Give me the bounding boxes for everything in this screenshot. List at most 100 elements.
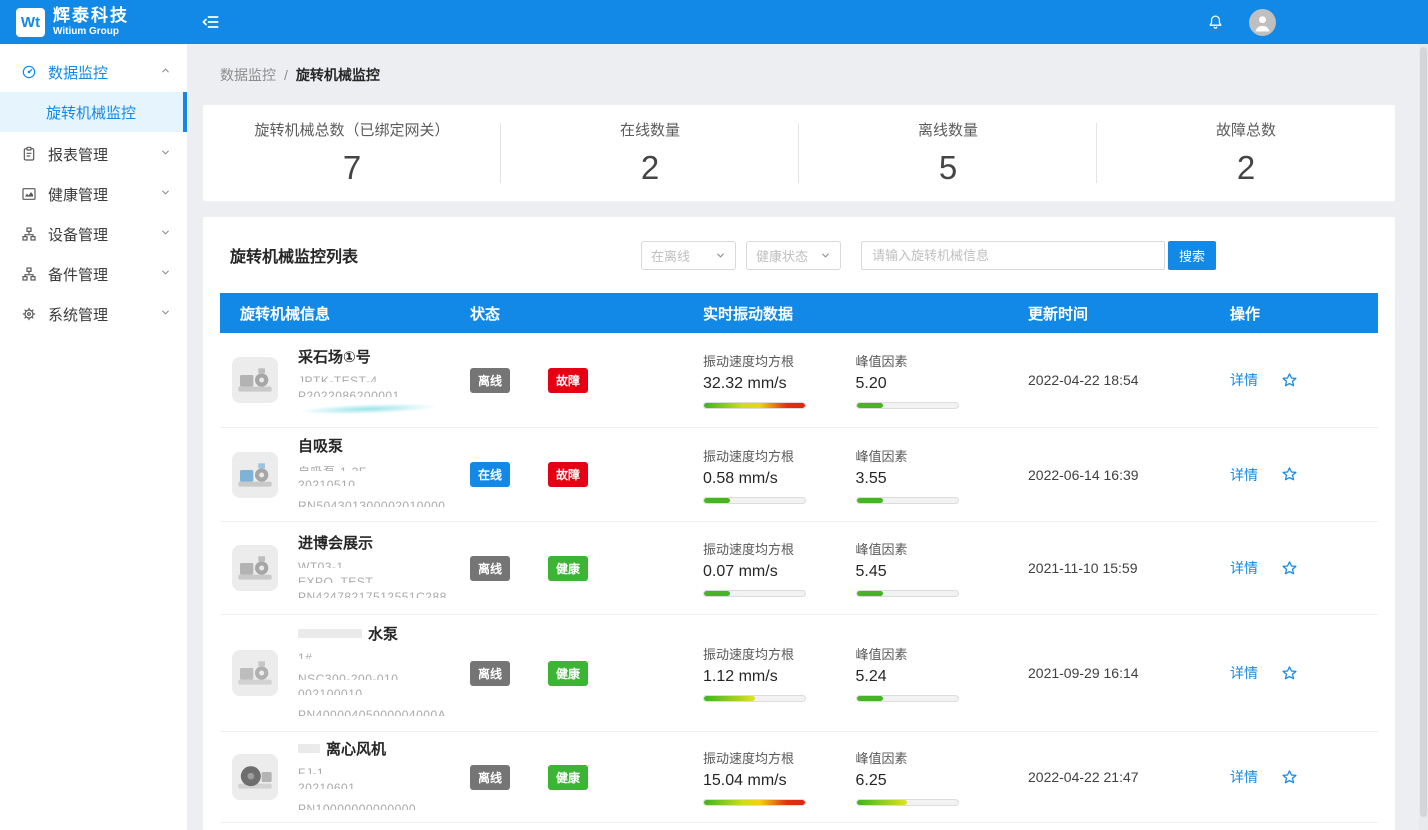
machine-code: 自吸泵-1-2F — [298, 463, 445, 471]
column-header: 实时振动数据 — [703, 303, 1008, 324]
sidebar: 数据监控 旋转机械监控 报表管理 健康管理 设备管理 — [0, 44, 187, 830]
stat-label: 在线数量 — [620, 119, 680, 140]
column-header: 旋转机械信息 — [220, 303, 470, 324]
stat-value: 2 — [641, 149, 659, 187]
favorite-star-icon[interactable] — [1280, 465, 1299, 484]
detail-link[interactable]: 详情 — [1230, 558, 1258, 578]
machine-photo — [232, 754, 278, 800]
user-avatar[interactable] — [1249, 9, 1276, 36]
pump-image — [235, 548, 275, 588]
device-tree-icon — [21, 226, 37, 242]
crest-label: 峰值因素 — [856, 748, 1009, 767]
sidebar-item-label: 报表管理 — [48, 144, 160, 165]
crest-bar — [856, 590, 959, 597]
sidebar-item-data-monitor[interactable]: 数据监控 — [0, 52, 187, 92]
machine-photo — [232, 452, 278, 498]
favorite-star-icon[interactable] — [1280, 559, 1299, 578]
crest-label: 峰值因素 — [856, 446, 1009, 465]
machine-name: 采石场①号 — [298, 346, 438, 367]
chevron-up-icon — [160, 65, 171, 79]
chevron-down-icon — [160, 187, 171, 201]
detail-link[interactable]: 详情 — [1230, 663, 1258, 683]
update-time: 2022-06-14 16:39 — [1008, 467, 1210, 483]
crest-value: 5.20 — [856, 375, 1009, 393]
status-badge-connectivity: 离线 — [470, 765, 510, 790]
redaction-smudge — [298, 402, 438, 417]
favorite-star-icon[interactable] — [1280, 768, 1299, 787]
table-row: 进博会展示 WT03-1 EXPO_TEST PN42478217512551C… — [220, 522, 1378, 615]
machine-code: 002100010 — [298, 687, 446, 695]
stat-value: 2 — [1237, 149, 1255, 187]
sidebar-item-label: 系统管理 — [48, 304, 160, 325]
scrollbar-thumb[interactable] — [1420, 47, 1427, 817]
rms-bar — [703, 799, 806, 806]
detail-link[interactable]: 详情 — [1230, 767, 1258, 787]
gear-icon — [21, 306, 37, 322]
spare-parts-icon — [21, 266, 37, 282]
crest-bar — [856, 402, 959, 409]
machine-serial: P2022086200001 — [298, 389, 438, 397]
main-area: 数据监控 / 旋转机械监控 旋转机械总数（已绑定网关） 7 在线数量 2 离线数… — [187, 44, 1414, 830]
breadcrumb-separator: / — [284, 67, 288, 83]
favorite-star-icon[interactable] — [1280, 664, 1299, 683]
stat-value: 5 — [939, 149, 957, 187]
status-badge-connectivity: 离线 — [470, 661, 510, 686]
fan-image — [235, 757, 275, 797]
search-button[interactable]: 搜索 — [1168, 241, 1216, 270]
chevron-down-icon — [160, 267, 171, 281]
machine-serial: PN10000000000000 — [298, 802, 416, 810]
favorite-star-icon[interactable] — [1280, 371, 1299, 390]
detail-link[interactable]: 详情 — [1230, 370, 1258, 390]
page-scrollbar[interactable] — [1419, 44, 1428, 830]
detail-link[interactable]: 详情 — [1230, 465, 1258, 485]
machine-code: 1# — [298, 651, 446, 659]
sidebar-item-reports[interactable]: 报表管理 — [0, 134, 187, 174]
menu-fold-icon[interactable] — [201, 12, 221, 32]
logo-mark: Wt — [16, 8, 45, 37]
pump-image — [235, 653, 275, 693]
chevron-down-icon — [820, 250, 831, 261]
machine-code: 20210601 — [298, 781, 416, 789]
crest-label: 峰值因素 — [856, 539, 1009, 558]
breadcrumb-parent[interactable]: 数据监控 — [220, 65, 276, 85]
stat-faults: 故障总数 2 — [1097, 105, 1395, 201]
person-icon — [1249, 9, 1276, 36]
machine-photo — [232, 650, 278, 696]
rms-label: 振动速度均方根 — [703, 351, 856, 370]
sidebar-item-system[interactable]: 系统管理 — [0, 294, 187, 334]
machine-code: 20210510 — [298, 478, 445, 486]
crest-bar — [856, 799, 959, 806]
crest-value: 6.25 — [856, 772, 1009, 790]
chevron-down-icon — [715, 250, 726, 261]
health-chart-icon — [21, 186, 37, 202]
column-header: 状态 — [470, 303, 703, 324]
crest-value: 5.45 — [856, 563, 1009, 581]
sidebar-item-spare-parts[interactable]: 备件管理 — [0, 254, 187, 294]
column-header: 更新时间 — [1008, 303, 1210, 324]
rms-label: 振动速度均方根 — [703, 748, 856, 767]
machine-serial: PN40000405000004000A — [298, 708, 446, 716]
rms-value: 0.58 mm/s — [703, 470, 856, 488]
brand-logo: Wt 辉泰科技 Witium Group — [0, 7, 187, 37]
rms-label: 振动速度均方根 — [703, 539, 856, 558]
rms-value: 1.12 mm/s — [703, 668, 856, 686]
report-icon — [21, 146, 37, 162]
sidebar-item-health[interactable]: 健康管理 — [0, 174, 187, 214]
machine-code: FJ-1 — [298, 766, 416, 774]
chevron-down-icon — [160, 227, 171, 241]
sidebar-item-label: 数据监控 — [48, 62, 160, 83]
online-filter-select[interactable]: 在离线 — [641, 241, 736, 270]
breadcrumb: 数据监控 / 旋转机械监控 — [203, 44, 1395, 105]
rms-bar — [703, 402, 806, 409]
stat-label: 离线数量 — [918, 119, 978, 140]
machine-serial: RN504301300002010000 — [298, 499, 445, 507]
stats-card: 旋转机械总数（已绑定网关） 7 在线数量 2 离线数量 5 故障总数 2 — [203, 105, 1395, 201]
stat-offline: 离线数量 5 — [799, 105, 1097, 201]
search-input[interactable] — [861, 241, 1165, 270]
health-filter-select[interactable]: 健康状态 — [746, 241, 841, 270]
sidebar-item-devices[interactable]: 设备管理 — [0, 214, 187, 254]
notification-bell-icon[interactable] — [1206, 13, 1225, 32]
crest-bar — [856, 695, 959, 702]
sidebar-item-rotating-machinery[interactable]: 旋转机械监控 — [0, 92, 187, 132]
rms-bar — [703, 590, 806, 597]
